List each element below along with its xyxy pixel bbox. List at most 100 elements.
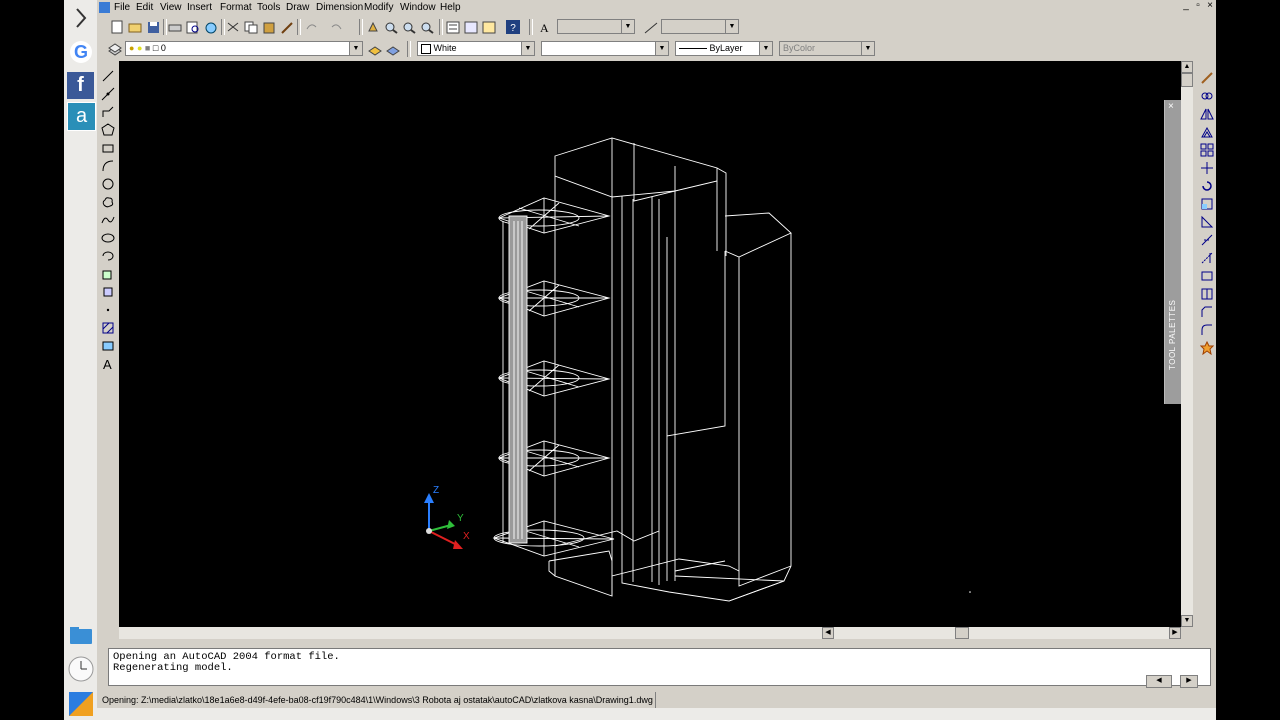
dimension-style-combo[interactable]: ▼ — [661, 19, 739, 34]
scroll-left-button[interactable]: ◀ — [822, 627, 834, 639]
scroll-down-button[interactable]: ▼ — [1181, 615, 1193, 627]
command-line[interactable]: Opening an AutoCAD 2004 format file. Reg… — [108, 648, 1211, 686]
clock-icon[interactable] — [67, 655, 94, 682]
launcher-icon[interactable] — [67, 690, 94, 717]
make-object-layer-current-icon[interactable] — [367, 41, 383, 57]
move-icon[interactable] — [1199, 160, 1215, 176]
polygon-icon[interactable] — [100, 122, 116, 138]
dimension-style-icon[interactable] — [643, 19, 659, 35]
vertical-scrollbar[interactable]: ▲ ▼ — [1181, 61, 1193, 627]
construction-line-icon[interactable] — [100, 86, 116, 102]
menu-modify[interactable]: Modify — [364, 2, 393, 13]
print-icon[interactable] — [167, 19, 183, 35]
save-icon[interactable] — [145, 19, 161, 35]
scroll-thumb[interactable] — [1181, 73, 1193, 87]
scroll-up-button[interactable]: ▲ — [1181, 61, 1193, 73]
undo-icon[interactable] — [303, 19, 319, 35]
point-icon[interactable] — [100, 302, 116, 318]
chevron-right-icon[interactable] — [67, 4, 94, 31]
tool-palette-strip[interactable]: × TOOL PALETTES — [1164, 100, 1181, 404]
menu-tools[interactable]: Tools — [257, 2, 280, 13]
fillet-icon[interactable] — [1199, 322, 1215, 338]
cmd-scroll-right-button[interactable]: ▶ — [1180, 675, 1198, 688]
insert-block-icon[interactable] — [100, 266, 116, 282]
line-icon[interactable] — [100, 68, 116, 84]
folder-icon[interactable] — [67, 621, 94, 648]
linetype-combo[interactable]: ▼ — [541, 41, 669, 56]
explode-icon[interactable] — [1199, 340, 1215, 356]
menu-draw[interactable]: Draw — [286, 2, 309, 13]
arc-icon[interactable] — [100, 158, 116, 174]
redo-icon[interactable] — [329, 19, 345, 35]
paste-icon[interactable] — [261, 19, 277, 35]
publish-icon[interactable] — [203, 19, 219, 35]
spline-icon[interactable] — [100, 212, 116, 228]
lineweight-combo[interactable]: ByLayer ▼ — [675, 41, 773, 56]
text-style-icon[interactable]: A — [537, 19, 553, 35]
menu-format[interactable]: Format — [220, 2, 252, 13]
restore-button[interactable]: ▫ — [1193, 1, 1203, 11]
menu-help[interactable]: Help — [440, 2, 461, 13]
menu-dimension[interactable]: Dimension — [316, 2, 363, 13]
mirror-icon[interactable] — [1199, 106, 1215, 122]
zoom-previous-icon[interactable] — [419, 19, 435, 35]
region-icon[interactable] — [100, 338, 116, 354]
zoom-window-icon[interactable] — [401, 19, 417, 35]
menu-window[interactable]: Window — [400, 2, 436, 13]
hscroll-thumb[interactable] — [955, 627, 969, 639]
break-icon[interactable] — [1199, 268, 1215, 284]
chamfer-icon[interactable] — [1199, 304, 1215, 320]
layer-previous-icon[interactable] — [385, 41, 401, 57]
plot-preview-icon[interactable] — [185, 19, 201, 35]
hatch-icon[interactable] — [100, 320, 116, 336]
copy-icon[interactable] — [243, 19, 259, 35]
erase-icon[interactable] — [1199, 70, 1215, 86]
rotate-icon[interactable] — [1199, 178, 1215, 194]
ellipse-icon[interactable] — [100, 230, 116, 246]
ellipse-arc-icon[interactable] — [100, 248, 116, 264]
plot-style-combo[interactable]: ByColor ▼ — [779, 41, 875, 56]
tool-palettes-icon[interactable] — [481, 19, 497, 35]
offset-icon[interactable] — [1199, 124, 1215, 140]
menu-insert[interactable]: Insert — [187, 2, 212, 13]
drawing-area[interactable]: Z Y X — [119, 61, 1181, 627]
trim-icon[interactable] — [1199, 232, 1215, 248]
match-properties-icon[interactable] — [279, 19, 295, 35]
layer-manager-icon[interactable] — [107, 41, 123, 57]
make-block-icon[interactable] — [100, 284, 116, 300]
stretch-icon[interactable] — [1199, 214, 1215, 230]
copy-object-icon[interactable] — [1199, 88, 1215, 104]
pan-icon[interactable] — [365, 19, 381, 35]
new-icon[interactable] — [109, 19, 125, 35]
array-icon[interactable] — [1199, 142, 1215, 158]
menu-view[interactable]: View — [160, 2, 182, 13]
revision-cloud-icon[interactable] — [100, 194, 116, 210]
properties-icon[interactable] — [445, 19, 461, 35]
polyline-icon[interactable] — [100, 104, 116, 120]
horizontal-scrollbar[interactable]: ◀ ▶ — [119, 627, 1181, 639]
color-combo[interactable]: White ▼ — [417, 41, 535, 56]
cmd-scroll-left-button[interactable]: ◀ — [1146, 675, 1172, 688]
open-icon[interactable] — [127, 19, 143, 35]
cut-icon[interactable] — [225, 19, 241, 35]
scale-icon[interactable] — [1199, 196, 1215, 212]
circle-icon[interactable] — [100, 176, 116, 192]
menu-edit[interactable]: Edit — [136, 2, 153, 13]
zoom-realtime-icon[interactable] — [383, 19, 399, 35]
multiline-text-icon[interactable]: A — [100, 356, 116, 372]
layer-combo[interactable]: ● ● ■ □ 0 ▼ — [125, 41, 363, 56]
help-icon[interactable]: ? — [505, 19, 521, 35]
menu-file[interactable]: File — [114, 2, 130, 13]
palette-close-button[interactable]: × — [1168, 101, 1174, 112]
autocad-icon[interactable]: a — [67, 102, 96, 131]
join-icon[interactable] — [1199, 286, 1215, 302]
close-button[interactable]: × — [1205, 1, 1215, 11]
google-chrome-icon[interactable]: G — [67, 38, 94, 65]
extend-icon[interactable] — [1199, 250, 1215, 266]
text-style-combo[interactable]: ▼ — [557, 19, 635, 34]
scroll-right-button[interactable]: ▶ — [1169, 627, 1181, 639]
facebook-icon[interactable]: f — [67, 72, 94, 99]
minimize-button[interactable]: _ — [1181, 1, 1191, 11]
rectangle-icon[interactable] — [100, 140, 116, 156]
design-center-icon[interactable] — [463, 19, 479, 35]
